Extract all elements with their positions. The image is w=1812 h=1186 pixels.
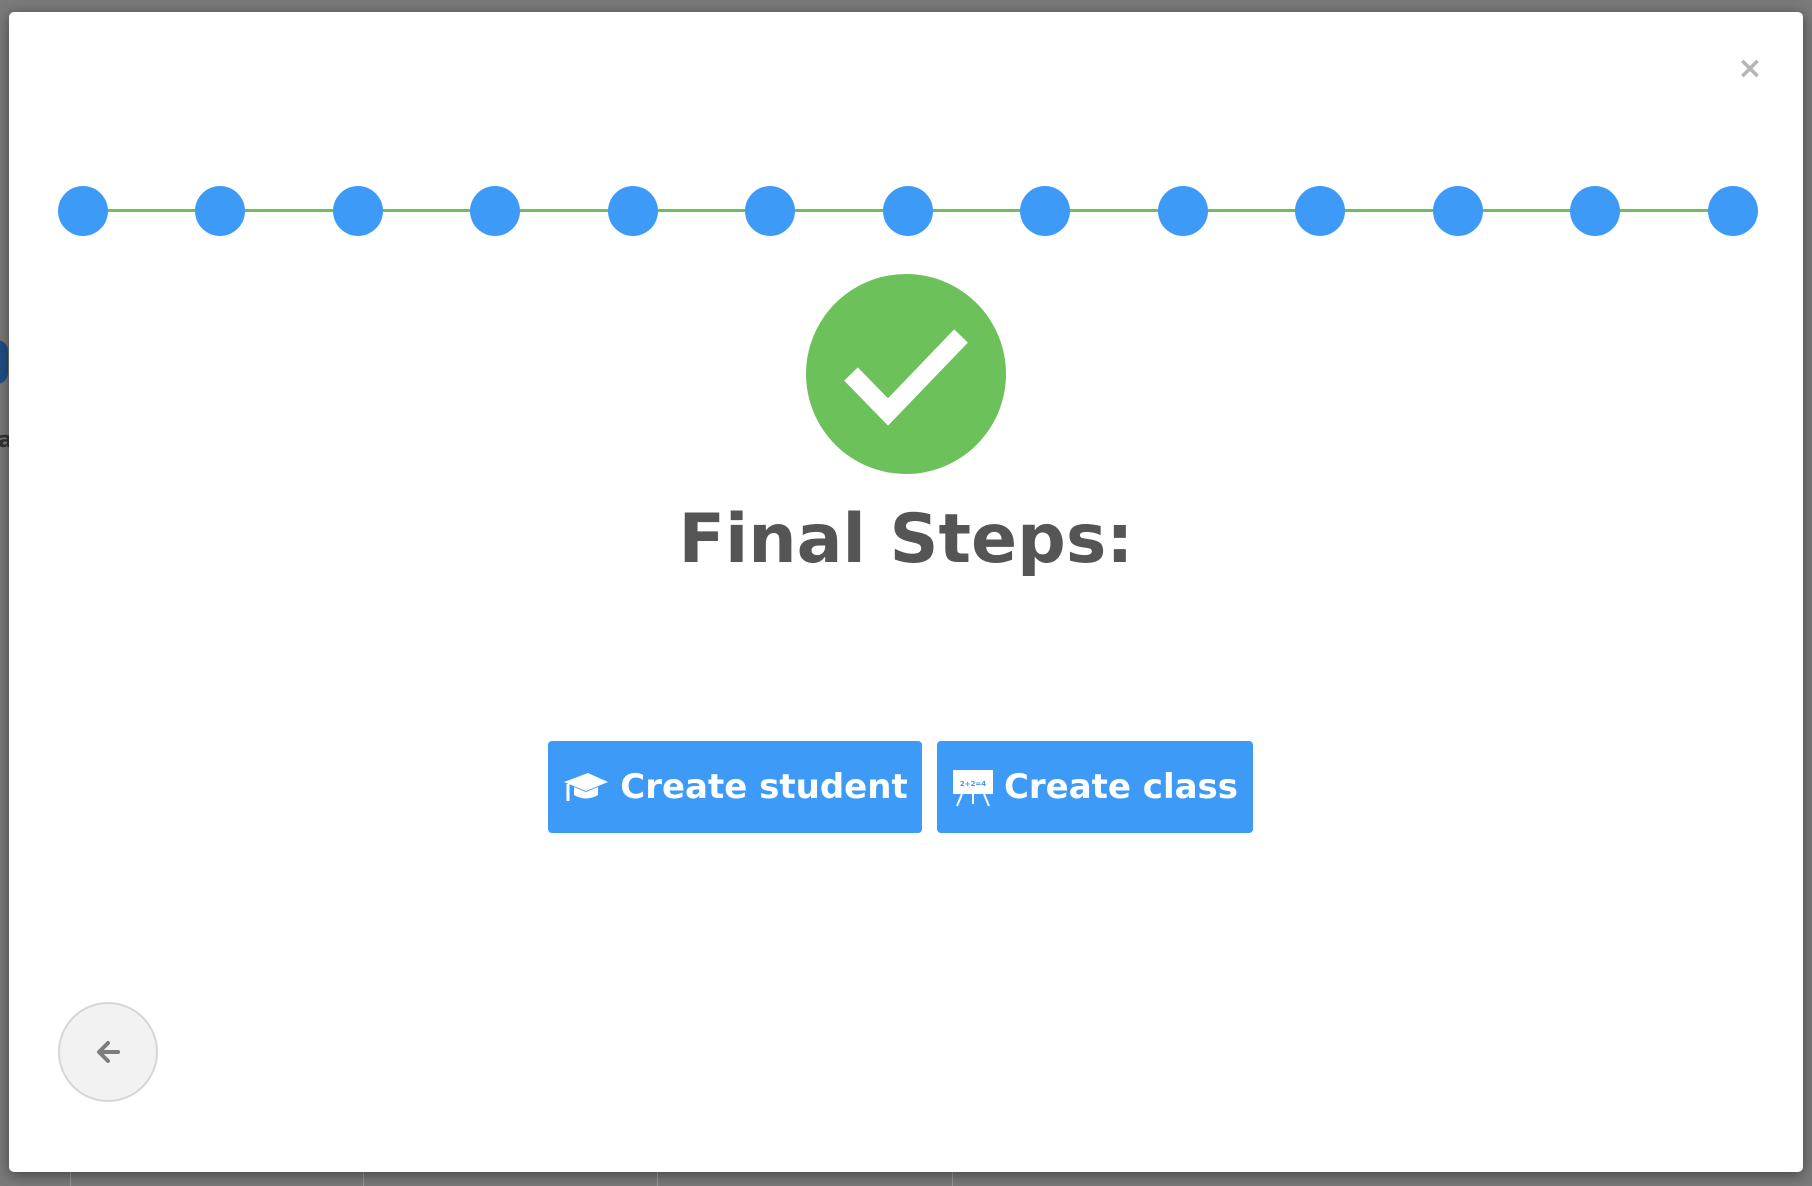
step-dot-5[interactable] (608, 186, 658, 236)
back-button[interactable] (58, 1002, 158, 1102)
whiteboard-icon: 2+2=4 (952, 766, 994, 808)
background-divider (657, 1172, 658, 1186)
create-student-button[interactable]: Create student (548, 741, 922, 833)
graduation-cap-icon (562, 769, 610, 805)
close-button[interactable]: × (1735, 54, 1765, 84)
step-dot-13[interactable] (1708, 186, 1758, 236)
page-title: Final Steps: (678, 500, 1134, 579)
action-buttons: Create student 2+2=4 Create class (9, 741, 1803, 833)
step-dot-8[interactable] (1020, 186, 1070, 236)
step-dot-1[interactable] (58, 186, 108, 236)
step-dot-7[interactable] (883, 186, 933, 236)
step-dot-12[interactable] (1570, 186, 1620, 236)
create-class-label: Create class (1003, 767, 1239, 807)
background-divider (952, 1172, 953, 1186)
whiteboard-text: 2+2=4 (960, 780, 986, 788)
arrow-left-icon (97, 1041, 120, 1063)
success-badge (806, 274, 1006, 474)
check-icon (844, 329, 968, 426)
step-dot-2[interactable] (195, 186, 245, 236)
background-avatar-fragment (0, 340, 8, 384)
create-class-button[interactable]: 2+2=4 Create class (937, 741, 1253, 833)
background-divider (70, 1172, 71, 1186)
step-dot-6[interactable] (745, 186, 795, 236)
step-dot-4[interactable] (470, 186, 520, 236)
step-dot-10[interactable] (1295, 186, 1345, 236)
step-dot-3[interactable] (333, 186, 383, 236)
progress-stepper (58, 186, 1763, 236)
step-dot-9[interactable] (1158, 186, 1208, 236)
step-dot-11[interactable] (1433, 186, 1483, 236)
background-divider (363, 1172, 364, 1186)
create-student-label: Create student (620, 767, 908, 807)
final-steps-modal: × Final Steps: Create student 2+2=4 Crea… (9, 12, 1803, 1172)
